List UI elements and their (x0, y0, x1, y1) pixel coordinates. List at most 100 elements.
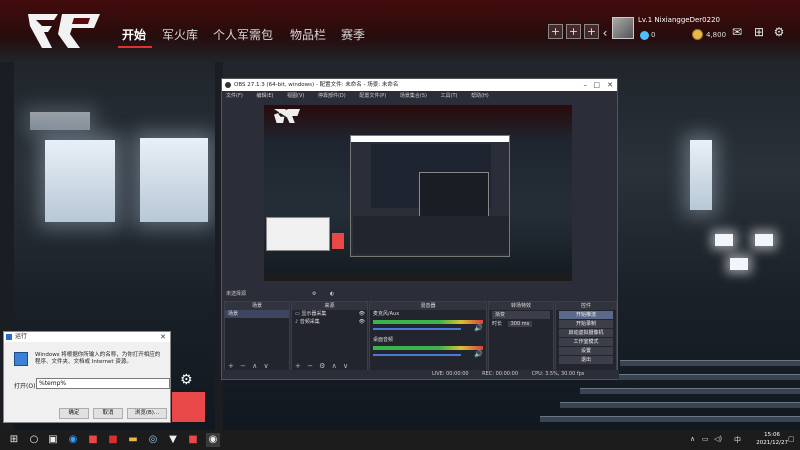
mixer-channel-mic: 麦克风/Aux (373, 311, 400, 317)
steam-icon[interactable]: ◎ (146, 433, 160, 447)
source-status-bar: 未选择源 ⚙ ◐ (222, 289, 619, 299)
stair-step (600, 374, 800, 380)
menu-profile[interactable]: 配置文件(P) (359, 93, 386, 99)
game-red-button[interactable] (172, 392, 205, 422)
obs-menu-bar: 文件(F) 编辑(E) 视图(V) 停靠部件(D) 配置文件(P) 场景集合(S… (222, 91, 617, 101)
avatar[interactable] (612, 17, 634, 39)
scene-toolbar[interactable]: + − ∧ ∨ (228, 362, 271, 370)
obs-taskbar-icon[interactable]: ◉ (206, 433, 220, 447)
sources-dock-title: 来源 (292, 302, 367, 310)
lit-window (45, 140, 115, 222)
nav-season[interactable]: 赛季 (341, 26, 365, 43)
run-open-label: 打开(O): (14, 383, 38, 390)
clock-date[interactable]: 2021/12/27 (756, 440, 788, 446)
mic-volume-slider[interactable]: 🔊 (373, 324, 483, 332)
sources-dock: 来源 ▭ 显示器采集 👁 ♪ 音频采集 👁 + − ⚙ ∧ ∨ (291, 301, 368, 373)
source-toolbar[interactable]: + − ⚙ ∧ ∨ (295, 362, 350, 370)
back-icon[interactable]: ‹ (598, 26, 612, 40)
virtual-camera-button[interactable]: 启动虚拟摄像机 (559, 329, 613, 337)
desktop-meter (373, 346, 483, 350)
ok-button[interactable]: 确定 (59, 408, 89, 419)
studio-mode-button[interactable]: 工作室模式 (559, 338, 613, 346)
stair-lamp (730, 258, 748, 270)
start-streaming-button[interactable]: 开始推流 (559, 311, 613, 319)
input-language[interactable]: 中 (734, 435, 741, 445)
folder-icon[interactable]: ▬ (126, 433, 140, 447)
network-icon[interactable]: ▭ (702, 435, 709, 443)
controls-dock: 控件 开始推流 开始录制 启动虚拟摄像机 工作室模式 设置 退出 (555, 301, 617, 373)
filter-icon[interactable]: ◐ (330, 289, 334, 299)
menu-tools[interactable]: 工具(T) (441, 93, 458, 99)
game-taskbar-icon[interactable]: ▼ (166, 433, 180, 447)
game-top-bar: 开始 军火库 个人军需包 物品栏 赛季 + + + ‹ Lv.1 Nixiang… (0, 0, 800, 62)
clock-time[interactable]: 15:06 (764, 432, 780, 438)
preview-logo (274, 109, 300, 123)
edge-icon[interactable]: ◉ (66, 433, 80, 447)
menu-help[interactable]: 帮助(H) (471, 93, 489, 99)
run-icon (14, 352, 28, 366)
exit-button[interactable]: 退出 (559, 356, 613, 364)
run-title-bar: 运行 ✕ (4, 332, 170, 342)
run-command-input[interactable]: %temp% (36, 378, 170, 389)
desktop-volume-slider[interactable]: 🔊 (373, 350, 483, 358)
speaker-icon[interactable]: 🔊 (474, 324, 483, 332)
preview-run-dialog (266, 217, 330, 251)
scene-item[interactable]: 场景 (225, 310, 289, 318)
transition-duration[interactable]: 时长 300 ms (489, 320, 553, 328)
plus-icon[interactable]: + (584, 24, 599, 39)
preview-taskbar (264, 273, 572, 281)
source-item[interactable]: ▭ 显示器采集 👁 (292, 310, 367, 318)
nav-start[interactable]: 开始 (122, 26, 146, 43)
tray-chevron-icon[interactable]: ∧ (690, 435, 695, 443)
browse-button[interactable]: 浏览(B)... (127, 408, 167, 419)
grid-icon[interactable]: ⊞ (752, 25, 766, 39)
no-source-selected: 未选择源 (226, 291, 247, 297)
notification-icon[interactable]: ▢ (788, 435, 795, 443)
menu-edit[interactable]: 编辑(E) (256, 93, 273, 99)
settings-button[interactable]: 设置 (559, 347, 613, 355)
obs-preview-canvas[interactable] (264, 105, 572, 281)
task-view-icon[interactable]: ▣ (46, 433, 60, 447)
lit-window (30, 112, 90, 130)
nav-personal-pack[interactable]: 个人军需包 (213, 26, 273, 43)
menu-view[interactable]: 视图(V) (287, 93, 304, 99)
close-icon[interactable]: ✕ (607, 79, 613, 91)
volume-icon[interactable]: ◁) (714, 435, 722, 443)
source-item[interactable]: ♪ 音频采集 👁 (292, 318, 367, 326)
stair-lamp (755, 234, 773, 246)
nav-active-underline (118, 46, 152, 48)
menu-file[interactable]: 文件(F) (226, 93, 243, 99)
preview-red-panel (332, 233, 344, 249)
maximize-icon[interactable]: □ (593, 79, 600, 91)
close-icon[interactable]: ✕ (160, 332, 166, 342)
gear-icon[interactable]: ⚙ (180, 372, 193, 388)
stair-step (620, 360, 800, 366)
app-icon-red-2[interactable]: ■ (186, 433, 200, 447)
cancel-button[interactable]: 取消 (93, 408, 123, 419)
game-launcher-icon[interactable]: ■ (86, 433, 100, 447)
run-description: Windows 将根据你所输入的名称，为你打开相应的程序、文件夹、文档或 Int… (35, 352, 161, 365)
stair-step (560, 402, 800, 408)
minimize-icon[interactable]: – (584, 79, 588, 91)
search-icon[interactable]: ○ (27, 433, 41, 447)
speaker-icon[interactable]: 🔊 (474, 350, 483, 358)
plus-icon[interactable]: + (548, 24, 563, 39)
properties-icon[interactable]: ⚙ (312, 289, 316, 299)
transition-type-select[interactable]: 渐变 (492, 311, 550, 319)
menu-scene-collection[interactable]: 场景集合(S) (400, 93, 427, 99)
windows-start-icon[interactable]: ⊞ (7, 433, 21, 447)
lit-window (140, 138, 208, 222)
gear-icon[interactable]: ⚙ (772, 25, 786, 39)
mail-icon[interactable]: ✉ (730, 25, 744, 39)
nav-arsenal[interactable]: 军火库 (162, 26, 198, 43)
menu-docks[interactable]: 停靠部件(D) (318, 93, 346, 99)
run-title: 运行 (15, 333, 28, 340)
run-app-icon (6, 334, 12, 340)
coin-count: 4,800 (706, 31, 727, 39)
nav-inventory[interactable]: 物品栏 (290, 26, 326, 43)
start-recording-button[interactable]: 开始录制 (559, 320, 613, 328)
obs-title-bar: OBS 27.1.3 (64-bit, windows) - 配置文件: 未命名… (222, 79, 617, 91)
app-icon-red[interactable]: ■ (106, 433, 120, 447)
coin-icon (692, 29, 703, 40)
plus-icon[interactable]: + (566, 24, 581, 39)
